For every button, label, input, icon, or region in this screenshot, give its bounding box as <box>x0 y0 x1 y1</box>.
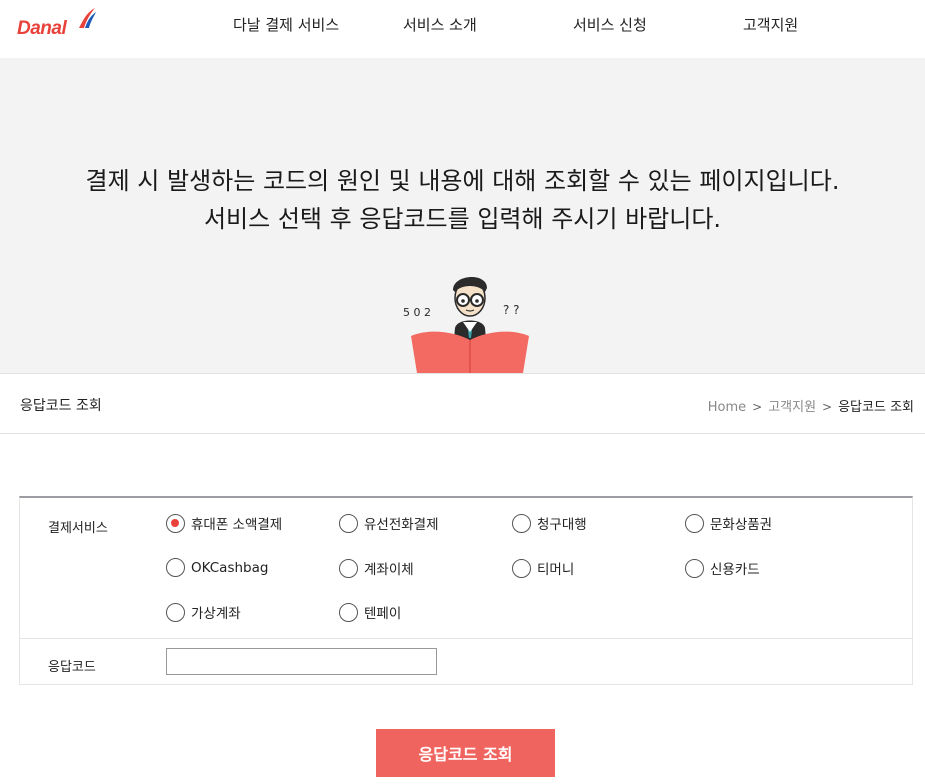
radio-circle-icon <box>339 513 358 533</box>
page-title-bar: 응답코드 조회 Home > 고객지원 > 응답코드 조회 <box>0 373 925 434</box>
radio-circle-icon <box>685 513 704 533</box>
radio-culture-voucher[interactable]: 문화상품권 <box>685 513 772 533</box>
radio-label: 가상계좌 <box>191 606 241 622</box>
row-divider <box>20 638 912 639</box>
radio-circle-icon <box>166 558 185 577</box>
radio-label: 유선전화결제 <box>364 517 439 533</box>
radio-label: 청구대행 <box>537 517 587 533</box>
radio-label: 휴대폰 소액결제 <box>191 517 283 533</box>
radio-okcashbag[interactable]: OKCashbag <box>166 558 268 577</box>
radio-label: OKCashbag <box>191 559 269 576</box>
radio-billing-agency[interactable]: 청구대행 <box>512 513 587 533</box>
radio-virtual-account[interactable]: 가상계좌 <box>166 602 241 622</box>
radio-label: 티머니 <box>537 562 575 578</box>
illustration-question-text: ? ? <box>503 303 520 317</box>
hero-text-line-2: 서비스 선택 후 응답코드를 입력해 주시기 바랍니다. <box>203 205 722 233</box>
radio-bank-transfer[interactable]: 계좌이체 <box>339 558 414 578</box>
radio-circle-icon <box>339 558 358 578</box>
radio-circle-icon <box>512 558 531 578</box>
lookup-form: 결제서비스 휴대폰 소액결제 유선전화결제 청구대행 문화상품권 OKCashb… <box>19 496 913 685</box>
breadcrumb-support-link[interactable]: 고객지원 <box>768 400 816 415</box>
breadcrumb-home-link[interactable]: Home <box>708 400 746 415</box>
breadcrumb: Home > 고객지원 > 응답코드 조회 <box>708 396 914 415</box>
chevron-right-icon: > <box>752 400 763 414</box>
radio-label: 신용카드 <box>710 562 760 578</box>
illustration-number-text: 5 0 2 <box>403 306 431 319</box>
radio-circle-icon <box>166 513 185 533</box>
nav-item-service-intro[interactable]: 서비스 소개 <box>403 14 477 35</box>
hero-banner: 결제 시 발생하는 코드의 원인 및 내용에 대해 조회할 수 있는 페이지입니… <box>0 58 925 373</box>
hero-text-line-1: 결제 시 발생하는 코드의 원인 및 내용에 대해 조회할 수 있는 페이지입니… <box>85 167 840 195</box>
nav-item-service-apply[interactable]: 서비스 신청 <box>573 14 647 35</box>
radio-tmoney[interactable]: 티머니 <box>512 558 574 578</box>
main-nav: 다날 결제 서비스 서비스 소개 서비스 신청 고객지원 <box>0 14 925 36</box>
radio-circle-icon <box>166 602 185 622</box>
breadcrumb-current: 응답코드 조회 <box>838 400 914 415</box>
nav-item-customer-support[interactable]: 고객지원 <box>743 14 798 35</box>
response-code-input[interactable] <box>166 648 437 675</box>
radio-label: 텐페이 <box>364 606 402 622</box>
confused-reader-illustration-icon: 5 0 2 ? ? <box>403 276 529 373</box>
radio-circle-icon <box>339 602 358 622</box>
nav-item-danal-payment[interactable]: 다날 결제 서비스 <box>233 14 339 35</box>
radio-circle-icon <box>685 558 704 578</box>
page-title: 응답코드 조회 <box>20 398 102 414</box>
site-header: Danal 다날 결제 서비스 서비스 소개 서비스 신청 고객지원 <box>0 0 925 58</box>
hero-illustration: 5 0 2 ? ? <box>395 266 545 373</box>
response-code-label: 응답코드 <box>48 660 96 675</box>
chevron-right-icon: > <box>822 400 833 414</box>
radio-mobile-payment[interactable]: 휴대폰 소액결제 <box>166 513 282 533</box>
radio-label: 문화상품권 <box>710 517 773 533</box>
radio-label: 계좌이체 <box>364 562 414 578</box>
radio-circle-icon <box>512 513 531 533</box>
radio-credit-card[interactable]: 신용카드 <box>685 558 760 578</box>
service-label: 결제서비스 <box>48 521 108 536</box>
lookup-submit-button[interactable]: 응답코드 조회 <box>376 729 555 777</box>
radio-tenpay[interactable]: 텐페이 <box>339 602 401 622</box>
radio-landline-payment[interactable]: 유선전화결제 <box>339 513 439 533</box>
